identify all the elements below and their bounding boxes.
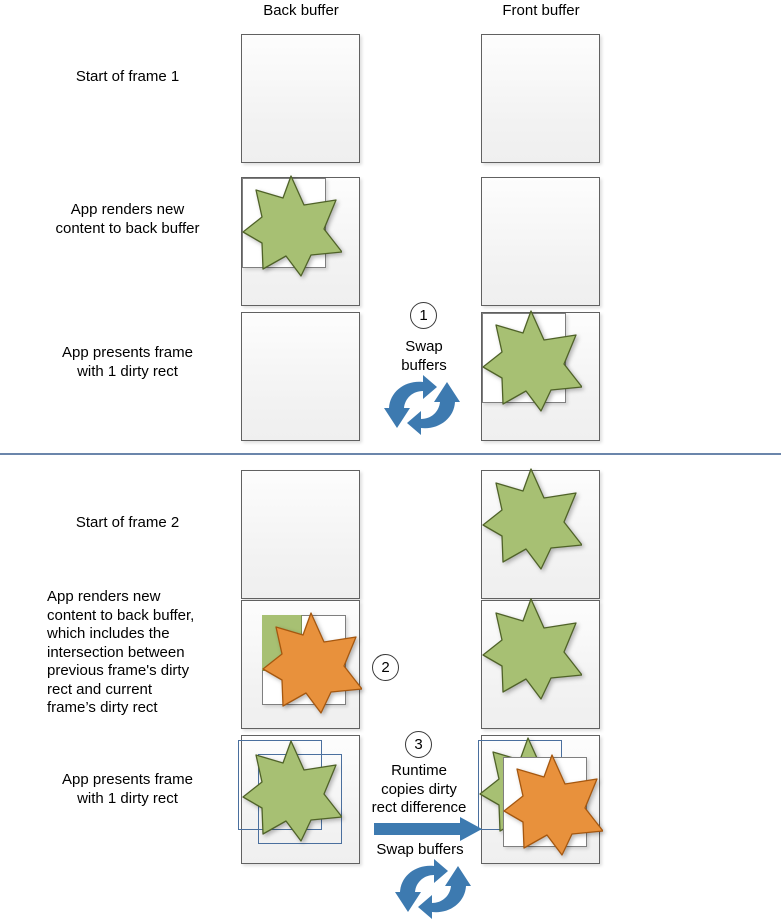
row-label-line: content to back buffer, [47,606,195,624]
row-label-line: with 1 dirty rect [77,789,178,807]
green-star-icon [482,310,582,412]
step3-caption-line: Runtime [391,762,447,779]
row-label-line: frame’s dirty rect [47,699,158,716]
frame-section-divider [0,453,781,455]
step1-caption-line: Swap [405,338,443,355]
buffer-back-row4 [241,470,360,599]
buffer-front-row4 [481,468,600,599]
row-label-line: which includes the [47,625,170,642]
green-star-icon [482,468,582,570]
orange-star-icon [262,612,362,714]
buffer-back-row5 [241,600,362,729]
buffer-front-row5 [481,598,600,729]
row-label-app-presents-frame1: App presents frame with 1 dirty rect [20,344,235,381]
row-label-line: intersection between [47,643,185,661]
row-label-app-renders-frame1: App renders new content to back buffer [20,201,235,238]
step-number-3: 3 [405,731,432,758]
buffer-back-row1 [241,34,360,163]
buffer-back-row6 [238,735,360,864]
step-number-2: 2 [372,654,399,681]
green-star-icon [242,740,342,842]
buffer-back-row3 [241,312,360,441]
row-label-line: Start of frame 2 [75,514,180,531]
column-header-back-buffer: Back buffer [263,2,339,19]
step3-caption-line: copies dirty [381,780,457,798]
row-label-line: content to back buffer [55,219,200,237]
column-header-front-buffer: Front buffer [502,2,580,19]
swap-buffers-icon [395,859,471,919]
buffer-front-row1 [481,34,600,163]
row-label-line: Start of frame 1 [75,68,180,85]
buffer-back-row2 [241,175,360,306]
row-label-line: App presents frame [62,771,193,788]
step1-caption: Swap buffers [378,338,470,375]
row-label-line: App presents frame [62,344,193,361]
step-number-1: 1 [410,302,437,329]
buffer-front-row6 [478,735,603,864]
diagram-canvas: Back buffer Front buffer Start of frame … [0,0,781,919]
step3-caption: Runtime copies dirty rect difference [365,762,473,818]
row-label-line: previous frame's dirty [47,662,190,679]
buffer-front-row2 [481,177,600,306]
row-label-app-presents-frame2: App presents frame with 1 dirty rect [20,771,235,808]
row-label-start-of-frame-1: Start of frame 1 [20,68,235,87]
swap-buffers-icon [384,375,460,435]
row-label-line: with 1 dirty rect [77,362,178,380]
orange-star-icon [503,754,603,856]
green-star-icon [482,598,582,700]
row-label-line: App renders new [47,588,161,605]
row-label-line: App renders new [70,201,185,218]
step3-caption-line: rect difference [371,799,467,816]
row-label-app-renders-frame2: App renders new content to back buffer, … [47,588,237,718]
step3-swap-caption: Swap buffers [376,841,464,858]
row-label-line: rect and current [47,680,153,698]
green-star-icon [242,175,342,277]
right-arrow-icon [374,817,482,841]
row-label-start-of-frame-2: Start of frame 2 [20,514,235,533]
buffer-front-row3 [481,310,600,441]
step1-caption-line: buffers [401,356,447,374]
